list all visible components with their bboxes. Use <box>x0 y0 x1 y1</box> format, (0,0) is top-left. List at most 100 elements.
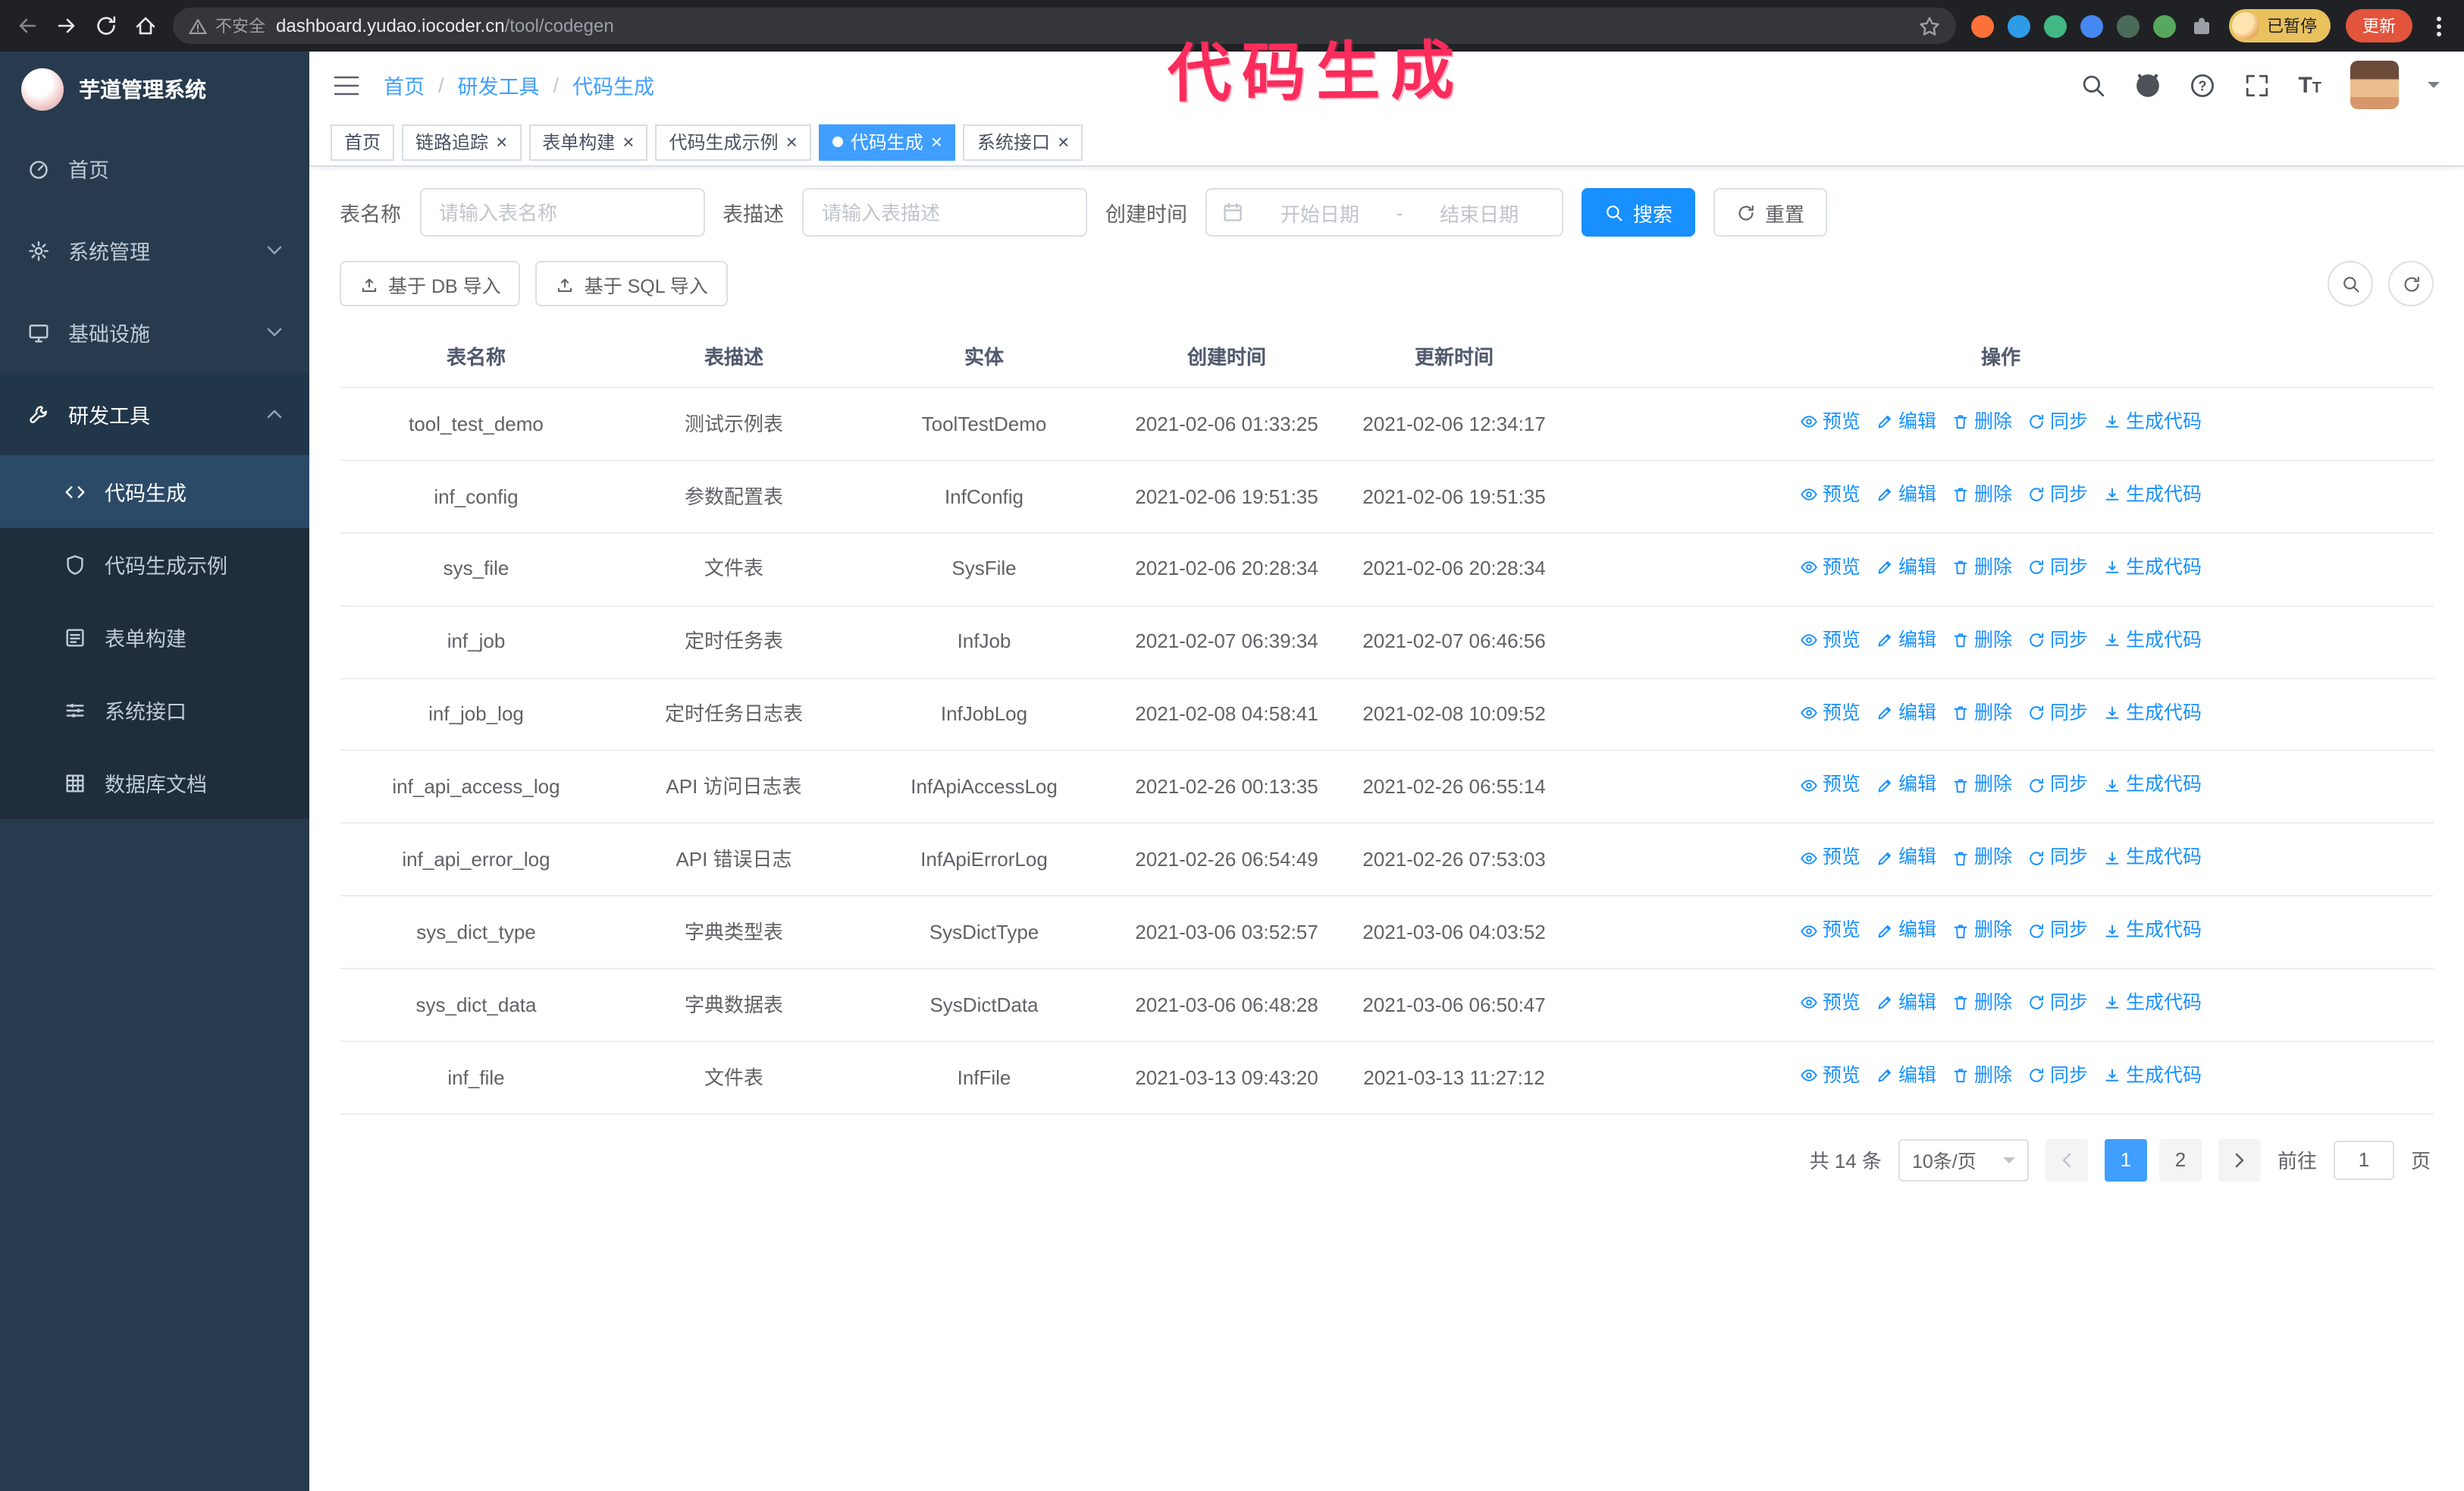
edit-link[interactable]: 编辑 <box>1876 844 1936 873</box>
delete-link[interactable]: 删除 <box>1951 408 2012 437</box>
delete-link[interactable]: 删除 <box>1951 1062 2012 1091</box>
preview-link[interactable]: 预览 <box>1800 481 1861 510</box>
refresh-table-button[interactable] <box>2388 261 2434 306</box>
delete-link[interactable]: 删除 <box>1951 554 2012 582</box>
edit-link[interactable]: 编辑 <box>1876 626 1936 654</box>
sidebar-item-devtools[interactable]: 研发工具 <box>0 373 309 455</box>
breadcrumb-devtools[interactable]: 研发工具 <box>458 70 540 100</box>
extensions-puzzle-icon[interactable] <box>2190 14 2214 38</box>
sync-link[interactable]: 同步 <box>2027 481 2088 510</box>
page-size-select[interactable]: 10条/页 <box>1898 1138 2029 1182</box>
extension-icon[interactable] <box>2153 14 2176 37</box>
sync-link[interactable]: 同步 <box>2027 916 2088 945</box>
sidebar-item-form-builder[interactable]: 表单构建 <box>0 601 309 673</box>
delete-link[interactable]: 删除 <box>1951 481 2012 510</box>
bookmark-star-icon[interactable] <box>1918 14 1941 37</box>
tab-5[interactable]: 系统接口 × <box>963 124 1083 160</box>
delete-link[interactable]: 删除 <box>1951 989 2012 1018</box>
tab-close-icon[interactable]: × <box>786 132 798 152</box>
reset-button[interactable]: 重置 <box>1713 188 1828 237</box>
sidebar-item-codegen[interactable]: 代码生成 <box>0 455 309 528</box>
toggle-search-button[interactable] <box>2328 261 2373 306</box>
preview-link[interactable]: 预览 <box>1800 844 1861 873</box>
import-db-button[interactable]: 基于 DB 导入 <box>340 261 521 306</box>
tab-close-icon[interactable]: × <box>931 132 942 152</box>
prev-page-button[interactable] <box>2045 1138 2088 1182</box>
edit-link[interactable]: 编辑 <box>1876 554 1936 582</box>
sidebar-item-system[interactable]: 系统管理 <box>0 209 309 291</box>
help-icon[interactable]: ? <box>2189 72 2215 98</box>
generate-code-link[interactable]: 生成代码 <box>2103 844 2202 873</box>
browser-menu-icon[interactable] <box>2428 14 2449 38</box>
sidebar-item-infra[interactable]: 基础设施 <box>0 291 309 373</box>
edit-link[interactable]: 编辑 <box>1876 916 1936 945</box>
generate-code-link[interactable]: 生成代码 <box>2103 626 2202 654</box>
next-page-button[interactable] <box>2218 1138 2261 1182</box>
user-avatar[interactable] <box>2350 61 2399 109</box>
preview-link[interactable]: 预览 <box>1800 1062 1861 1091</box>
sidebar-item-system-api[interactable]: 系统接口 <box>0 673 309 746</box>
font-size-icon[interactable]: TT <box>2298 74 2321 96</box>
edit-link[interactable]: 编辑 <box>1876 698 1936 727</box>
fullscreen-icon[interactable] <box>2243 72 2269 98</box>
sidebar-toggle-icon[interactable] <box>334 74 359 96</box>
table-desc-input[interactable] <box>802 188 1087 237</box>
edit-link[interactable]: 编辑 <box>1876 408 1936 437</box>
preview-link[interactable]: 预览 <box>1800 989 1861 1018</box>
delete-link[interactable]: 删除 <box>1951 916 2012 945</box>
reload-icon[interactable] <box>94 14 118 38</box>
table-name-input[interactable] <box>419 188 704 237</box>
tab-close-icon[interactable]: × <box>1058 132 1069 152</box>
generate-code-link[interactable]: 生成代码 <box>2103 698 2202 727</box>
edit-link[interactable]: 编辑 <box>1876 481 1936 510</box>
generate-code-link[interactable]: 生成代码 <box>2103 554 2202 582</box>
breadcrumb-current[interactable]: 代码生成 <box>572 70 654 100</box>
search-icon[interactable] <box>2080 72 2105 98</box>
home-icon[interactable] <box>133 14 158 38</box>
sync-link[interactable]: 同步 <box>2027 408 2088 437</box>
generate-code-link[interactable]: 生成代码 <box>2103 481 2202 510</box>
app-logo[interactable]: 芋道管理系统 <box>0 52 309 127</box>
extension-icon[interactable] <box>1971 14 1994 37</box>
tab-3[interactable]: 代码生成示例 × <box>655 124 811 160</box>
edit-link[interactable]: 编辑 <box>1876 1062 1936 1091</box>
tab-1[interactable]: 链路追踪 × <box>402 124 522 160</box>
sidebar-item-home[interactable]: 首页 <box>0 127 309 209</box>
import-sql-button[interactable]: 基于 SQL 导入 <box>535 261 728 306</box>
delete-link[interactable]: 删除 <box>1951 844 2012 873</box>
sync-link[interactable]: 同步 <box>2027 698 2088 727</box>
profile-paused-badge[interactable]: 已暂停 <box>2229 9 2331 42</box>
edit-link[interactable]: 编辑 <box>1876 989 1936 1018</box>
address-bar[interactable]: 不安全 dashboard.yudao.iocoder.cn/tool/code… <box>173 8 1956 44</box>
sync-link[interactable]: 同步 <box>2027 554 2088 582</box>
sync-link[interactable]: 同步 <box>2027 771 2088 800</box>
delete-link[interactable]: 删除 <box>1951 771 2012 800</box>
user-menu-caret-icon[interactable] <box>2428 82 2440 94</box>
sync-link[interactable]: 同步 <box>2027 626 2088 654</box>
browser-update-button[interactable]: 更新 <box>2346 9 2412 42</box>
generate-code-link[interactable]: 生成代码 <box>2103 916 2202 945</box>
page-button-1[interactable]: 1 <box>2104 1138 2147 1182</box>
extension-icon[interactable] <box>2044 14 2067 37</box>
generate-code-link[interactable]: 生成代码 <box>2103 771 2202 800</box>
extension-icon[interactable] <box>2117 14 2140 37</box>
tab-4[interactable]: 代码生成 × <box>818 124 956 160</box>
tab-0[interactable]: 首页 <box>331 124 395 160</box>
preview-link[interactable]: 预览 <box>1800 626 1861 654</box>
tab-close-icon[interactable]: × <box>496 132 507 152</box>
sync-link[interactable]: 同步 <box>2027 989 2088 1018</box>
generate-code-link[interactable]: 生成代码 <box>2103 989 2202 1018</box>
preview-link[interactable]: 预览 <box>1800 408 1861 437</box>
delete-link[interactable]: 删除 <box>1951 626 2012 654</box>
forward-icon[interactable] <box>55 14 79 38</box>
github-icon[interactable] <box>2134 72 2160 98</box>
page-button-2[interactable]: 2 <box>2158 1138 2202 1182</box>
generate-code-link[interactable]: 生成代码 <box>2103 1062 2202 1091</box>
sync-link[interactable]: 同步 <box>2027 1062 2088 1091</box>
goto-page-input[interactable] <box>2333 1140 2394 1180</box>
security-warning[interactable]: 不安全 <box>188 14 265 38</box>
delete-link[interactable]: 删除 <box>1951 698 2012 727</box>
sidebar-item-codegen-example[interactable]: 代码生成示例 <box>0 528 309 601</box>
preview-link[interactable]: 预览 <box>1800 554 1861 582</box>
generate-code-link[interactable]: 生成代码 <box>2103 408 2202 437</box>
